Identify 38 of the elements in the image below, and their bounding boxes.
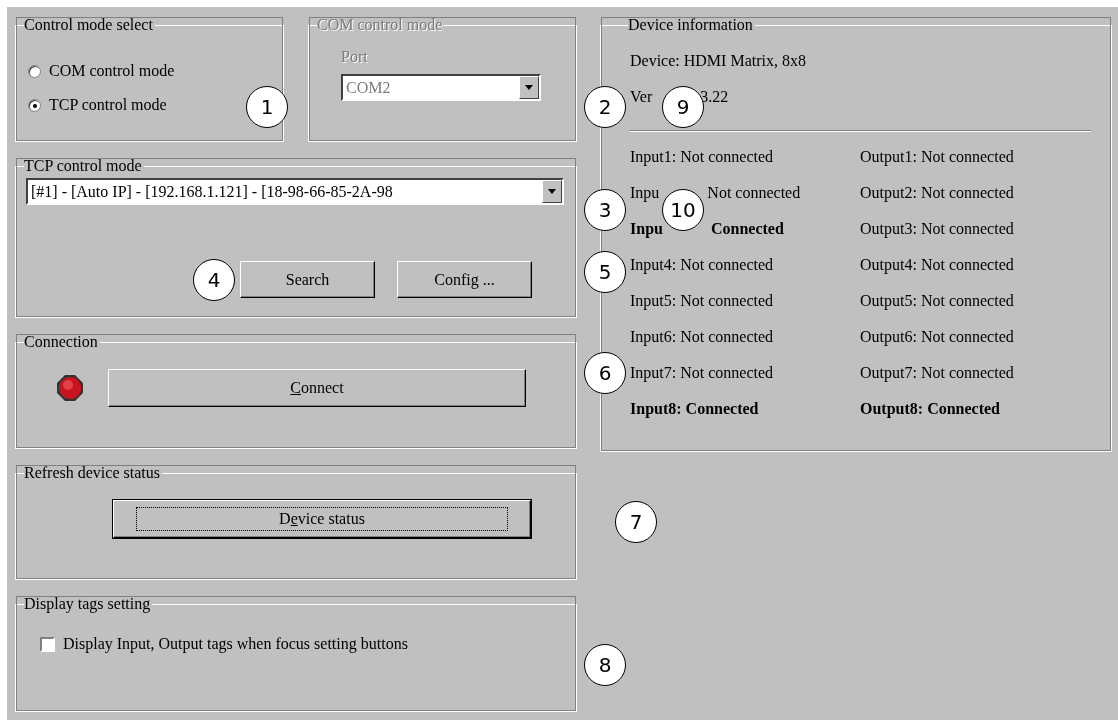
dialog-button[interactable]: Config ... [397,261,532,298]
device-status-button[interactable]: Device status [113,500,531,538]
group-title: COM control mode [317,16,444,34]
input-status: Input8: Connected [630,400,759,418]
input-status: Input5: Not connected [630,292,774,310]
input-status: Inpu [630,220,663,238]
port-label: Port [341,48,369,66]
input-status: Inpu [630,184,660,202]
dialog-button[interactable]: Search [240,261,375,298]
group-title: Display tags setting [24,595,152,613]
input-status: Connected [710,220,784,238]
output-status: Output3: Not connected [860,220,1014,238]
output-status: Output7: Not connected [860,364,1014,382]
checkbox-option[interactable]: Display Input, Output tags when focus setting buttons [26,613,566,653]
output-status: Output2: Not connected [860,184,1014,202]
input-status: Input4: Not connected [630,256,774,274]
checkbox[interactable] [40,636,55,652]
input-status: Input6: Not connected [630,328,774,346]
group-title: Connection [24,333,99,351]
output-status: Output5: Not connected [860,292,1014,310]
radio-option[interactable]: TCP control mode [28,96,167,114]
output-status: Output6: Not connected [860,328,1014,346]
connect-button[interactable]: Connect [108,369,526,407]
group-title: TCP control mode [24,157,143,175]
group-title: Device information [628,16,754,34]
input-status: Input7: Not connected [630,364,774,382]
radio-option[interactable]: COM control mode [28,62,175,80]
input-status: Not connected [707,184,801,202]
radio-button[interactable] [28,64,41,78]
group-title: Control mode select [24,16,154,34]
input-status: Input1: Not connected [630,148,774,166]
device-dropdown[interactable]: [#1] - [Auto IP] - [192.168.1.121] - [18-98-66-85-2A-98 [26,178,564,205]
firmware-version: Ver [630,88,653,106]
group-title: Refresh device status [24,464,161,482]
device-name: Device: HDMI Matrix, 8x8 [630,52,807,70]
output-status: Output8: Connected [860,400,1000,418]
output-status: Output4: Not connected [860,256,1014,274]
output-status: Output1: Not connected [860,148,1014,166]
